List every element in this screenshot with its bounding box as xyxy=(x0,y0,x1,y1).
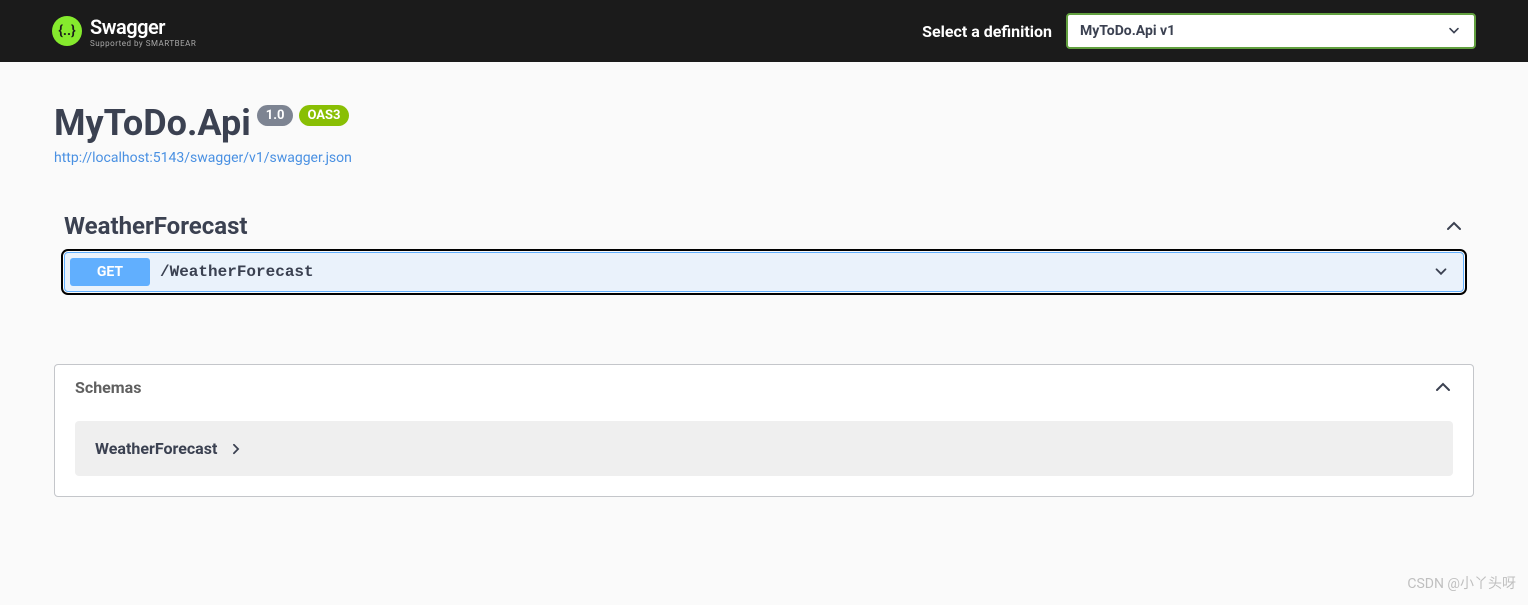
tag-section-weatherforecast: WeatherForecast GET /WeatherForecast xyxy=(54,206,1474,324)
api-title: MyToDo.Api xyxy=(54,102,251,144)
schemas-title: Schemas xyxy=(75,378,141,397)
main-content: MyToDo.Api 1.0 OAS3 http://localhost:514… xyxy=(54,62,1474,517)
schemas-section: Schemas WeatherForecast xyxy=(54,364,1474,497)
chevron-up-icon xyxy=(1433,377,1453,397)
brand-name: Swagger xyxy=(90,15,196,39)
definition-selected-value: MyToDo.Api v1 xyxy=(1080,23,1446,39)
topbar-left: {..} Swagger Supported by SMARTBEAR xyxy=(0,15,196,48)
swagger-logo[interactable]: {..} Swagger Supported by SMARTBEAR xyxy=(52,15,196,48)
http-method-badge: GET xyxy=(70,258,150,286)
api-info: MyToDo.Api 1.0 OAS3 http://localhost:514… xyxy=(54,102,1474,206)
swagger-logo-icon: {..} xyxy=(52,16,82,46)
chevron-up-icon xyxy=(1444,216,1464,236)
topbar: {..} Swagger Supported by SMARTBEAR Sele… xyxy=(0,0,1528,62)
chevron-right-icon xyxy=(229,442,243,456)
topbar-right: Select a definition MyToDo.Api v1 xyxy=(922,13,1528,49)
schema-name: WeatherForecast xyxy=(95,439,217,458)
tag-name: WeatherForecast xyxy=(64,212,248,240)
oas-badge: OAS3 xyxy=(299,105,348,126)
version-badge: 1.0 xyxy=(257,105,294,126)
chevron-down-icon xyxy=(1446,23,1462,39)
schemas-header[interactable]: Schemas xyxy=(55,365,1473,409)
operation-path: /WeatherForecast xyxy=(150,263,1432,281)
chevron-down-icon xyxy=(1432,263,1450,281)
brand-subtitle: Supported by SMARTBEAR xyxy=(90,39,196,48)
watermark: CSDN @小丫头呀 xyxy=(1407,573,1516,593)
definition-select-label: Select a definition xyxy=(922,22,1052,41)
tag-header[interactable]: WeatherForecast xyxy=(64,206,1464,252)
schema-item-weatherforecast[interactable]: WeatherForecast xyxy=(75,421,1453,476)
operation-get-weatherforecast: GET /WeatherForecast xyxy=(64,252,1464,292)
operation-summary[interactable]: GET /WeatherForecast xyxy=(65,253,1463,291)
definition-select[interactable]: MyToDo.Api v1 xyxy=(1066,13,1476,49)
spec-url-link[interactable]: http://localhost:5143/swagger/v1/swagger… xyxy=(54,150,352,166)
schemas-body: WeatherForecast xyxy=(55,409,1473,496)
